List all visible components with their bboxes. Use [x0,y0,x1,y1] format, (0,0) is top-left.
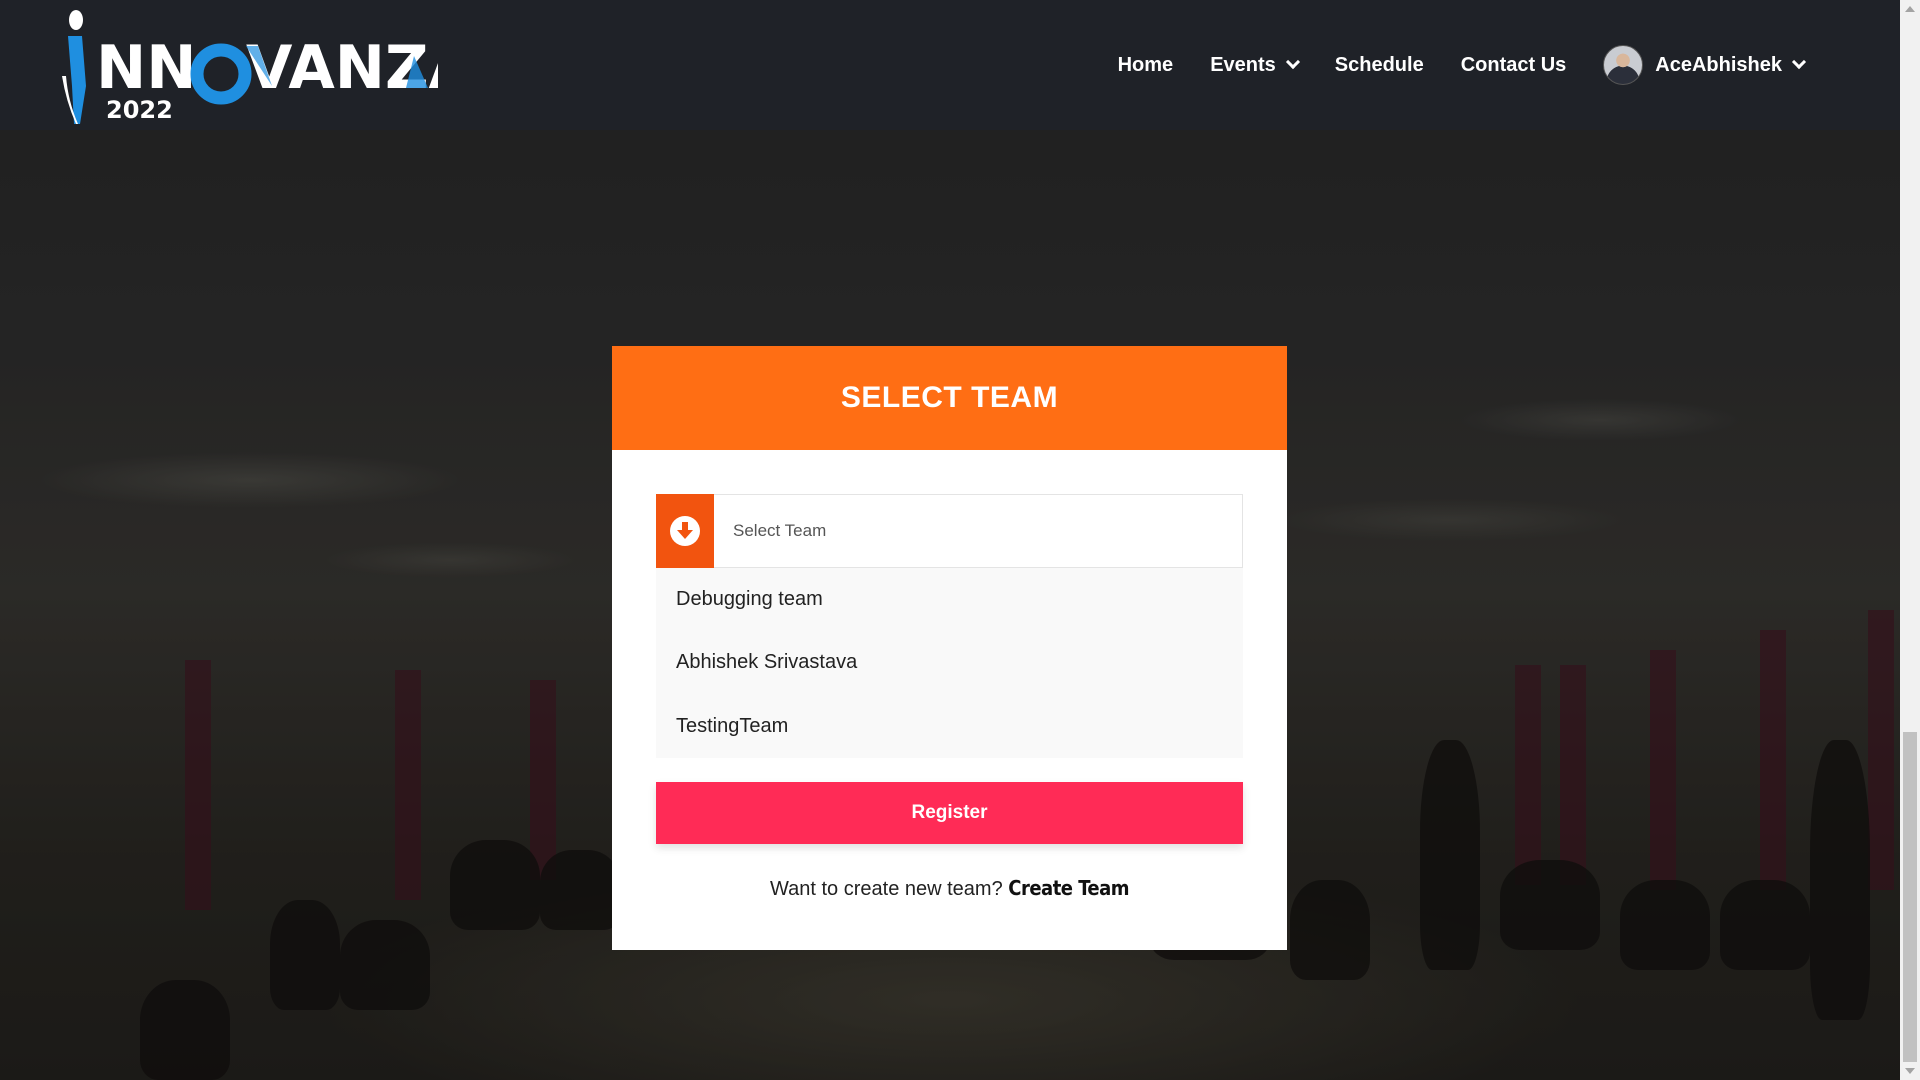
page-scrollbar[interactable] [1900,0,1920,1080]
scroll-down-icon[interactable] [1905,1068,1915,1074]
card-header: SELECT TEAM [612,346,1287,450]
team-option[interactable]: Abhishek Srivastava [656,630,1243,694]
select-placeholder: Select Team [733,521,827,540]
register-button[interactable]: Register [656,782,1243,844]
nav-home-label: Home [1117,53,1174,76]
nav-events-label: Events [1210,53,1276,76]
card-title: SELECT TEAM [840,381,1059,414]
user-menu[interactable]: AceAbhishek [1603,45,1807,85]
team-option[interactable]: Debugging team [656,568,1243,630]
nav-links: Home Events Schedule Contact Us AceAbhis… [1081,0,1807,130]
team-select[interactable]: Select Team [656,494,1243,568]
select-team-card: SELECT TEAM Select Team Debugging team A… [612,346,1287,950]
scroll-up-icon[interactable] [1905,6,1915,12]
navbar: NN VANZA 2022 Home Events Schedule Conta… [0,0,1900,130]
user-name: AceAbhishek [1655,53,1782,76]
arrow-down-circle-icon [670,516,700,546]
innovanza-logo[interactable]: NN VANZA 2022 [58,6,476,126]
svg-text:2022: 2022 [106,96,173,124]
chevron-down-icon [1285,54,1300,70]
create-team-line: Want to create new team? Create Team [612,876,1287,901]
nav-events[interactable]: Events [1210,53,1300,77]
svg-text:VANZA: VANZA [246,33,438,103]
nav-contact[interactable]: Contact Us [1461,54,1567,77]
team-option[interactable]: TestingTeam [656,694,1243,758]
create-team-link[interactable]: Create Team [1008,876,1129,900]
nav-schedule[interactable]: Schedule [1335,54,1424,77]
nav-home[interactable]: Home [1118,54,1174,77]
svg-text:NN: NN [96,33,196,103]
team-options-list: Debugging team Abhishek Srivastava Testi… [656,568,1243,758]
nav-contact-label: Contact Us [1460,53,1567,76]
avatar [1603,45,1644,85]
scroll-thumb[interactable] [1903,732,1917,1062]
nav-schedule-label: Schedule [1334,53,1424,76]
chevron-down-icon [1791,54,1807,70]
create-team-prompt: Want to create new team? [770,878,1009,900]
select-icon-box [656,494,714,568]
